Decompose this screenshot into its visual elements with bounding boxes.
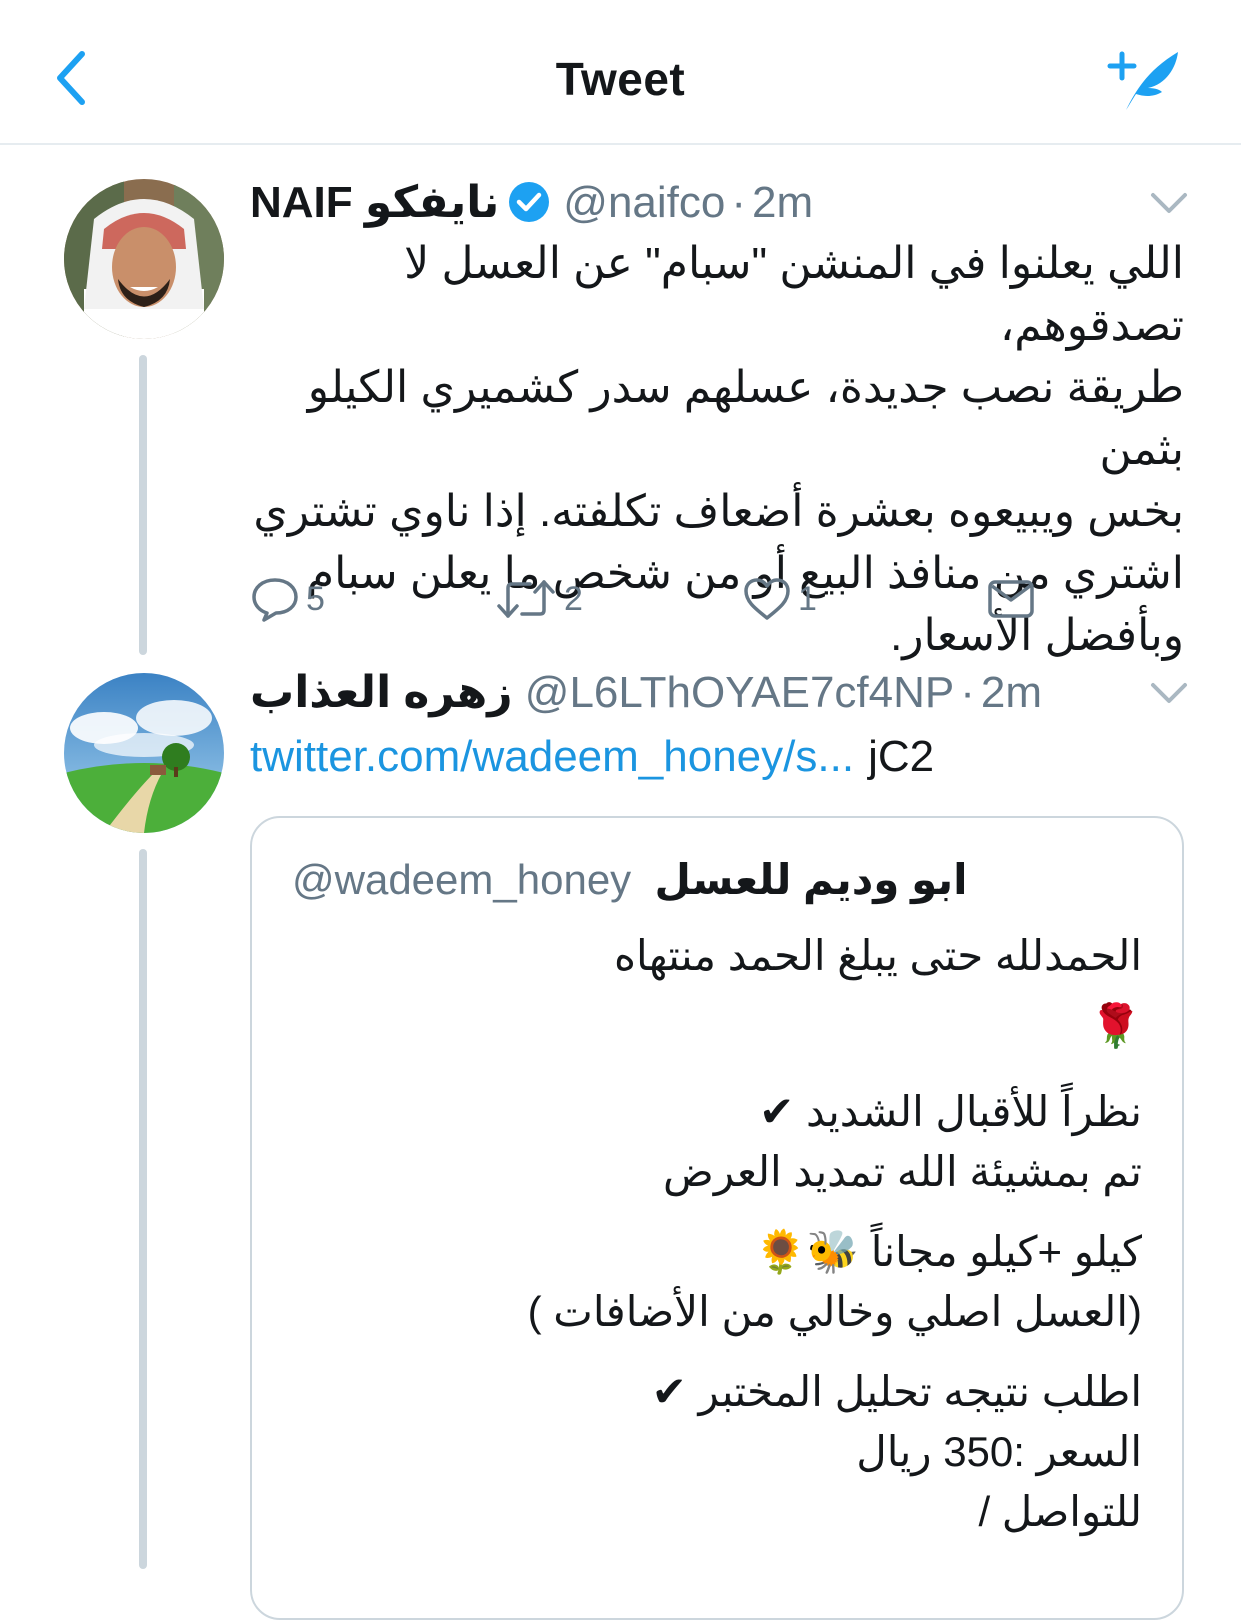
quoted-text-line: اطلب نتيجه تحليل المختبر ✔: [651, 1368, 1142, 1415]
like-count: 1: [798, 579, 817, 618]
retweet-icon: [497, 580, 555, 618]
timestamp[interactable]: 2m: [981, 668, 1042, 717]
reply-button[interactable]: 5: [250, 569, 325, 629]
timestamp[interactable]: 2m: [752, 178, 813, 227]
dot-separator: ·: [960, 668, 975, 717]
tweet-1[interactable]: NAIF نايفكو @naifco · 2m اللي يعلنوا في الم…: [0, 143, 1241, 663]
tweet-text-line: اللي يعلنوا في المنشن "سبام" عن العسل لا…: [404, 239, 1184, 350]
quoted-text-line: السعر :350 ريال: [856, 1428, 1142, 1475]
tweet-header: NAIF نايفكو @naifco · 2m: [250, 173, 1121, 233]
quoted-tweet[interactable]: ابو وديم للعسل @wadeem_honey الحمدلله حت…: [250, 816, 1184, 1620]
handle[interactable]: @naifco: [563, 178, 725, 227]
like-button[interactable]: 1: [742, 569, 817, 629]
reply-icon: [252, 578, 298, 622]
quoted-text-line: (العسل اصلي وخالي من الأضافات ): [527, 1288, 1142, 1335]
retweet-button[interactable]: 2: [494, 569, 583, 629]
display-name[interactable]: زهره العذاب: [250, 668, 513, 717]
verified-badge-icon: [509, 182, 550, 222]
link-suffix-text: jC2: [868, 732, 935, 781]
display-name[interactable]: NAIF نايفكو: [250, 178, 499, 227]
reply-count: 5: [306, 579, 325, 618]
chevron-down-icon[interactable]: [1149, 681, 1189, 707]
avatar[interactable]: [64, 179, 224, 339]
quoted-display-name: ابو وديم للعسل: [654, 856, 968, 903]
quoted-text-line: 🌹: [1089, 1002, 1142, 1049]
tweet-actions: 5 2 1: [250, 569, 1050, 629]
thread-line: [139, 355, 147, 655]
quoted-text-line: كيلو +كيلو مجاناً 🐝🌻: [754, 1228, 1142, 1275]
heart-icon: [744, 578, 790, 620]
quoted-handle: @wadeem_honey: [292, 856, 632, 903]
retweet-count: 2: [564, 579, 583, 618]
handle[interactable]: @L6LThOYAE7cf4NP: [525, 668, 954, 717]
direct-message-button[interactable]: [986, 569, 1036, 629]
tweet-link[interactable]: twitter.com/wadeem_honey/s...: [250, 732, 854, 781]
quoted-text-line: نظراً للأقبال الشديد ✔: [759, 1088, 1142, 1135]
tweet-text: twitter.com/wadeem_honey/s... jC2: [250, 727, 1150, 787]
dot-separator: ·: [731, 178, 747, 227]
thread-line: [139, 849, 147, 1569]
compose-tweet-button[interactable]: [1104, 44, 1188, 114]
tweet-text-line: طريقة نصب جديدة، عسلهم سدر كشميري الكيلو…: [307, 363, 1184, 474]
chevron-down-icon[interactable]: [1149, 191, 1189, 217]
quoted-text-line: للتواصل /: [978, 1488, 1142, 1535]
tweet-header: زهره العذاب @L6LThOYAE7cf4NP · 2m: [250, 663, 1121, 723]
quoted-text-line: الحمدلله حتى يبلغ الحمد منتهاه: [614, 932, 1142, 979]
top-bar: Tweet: [0, 0, 1241, 145]
avatar[interactable]: [64, 673, 224, 833]
tweet-text-line: بخس ويبيعوه بعشرة أضعاف تكلفته. إذا ناوي…: [253, 487, 1184, 536]
quoted-tweet-header: ابو وديم للعسل @wadeem_honey: [292, 852, 1142, 908]
compose-tweet-icon: [1107, 51, 1178, 110]
page-title: Tweet: [555, 53, 686, 105]
quoted-text-line: تم بمشيئة الله تمديد العرض: [663, 1148, 1142, 1195]
envelope-icon: [988, 580, 1034, 618]
